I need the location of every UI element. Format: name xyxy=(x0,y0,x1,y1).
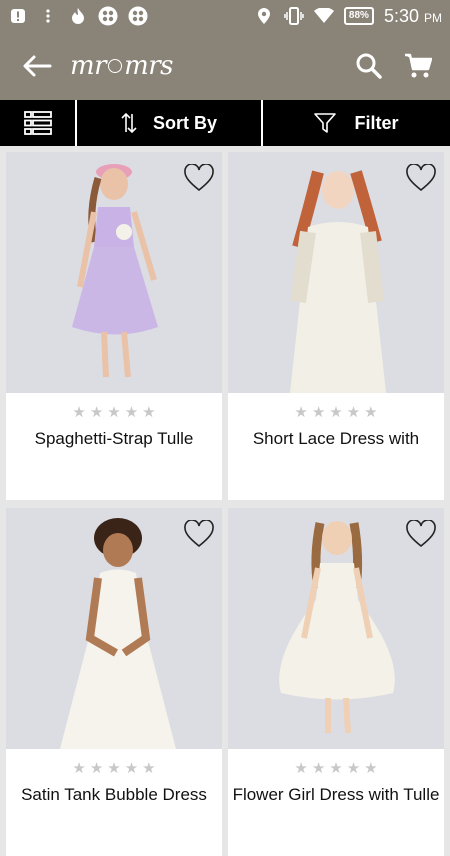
star-rating: ★ ★ ★ ★ ★ xyxy=(294,760,378,777)
location-pin-icon xyxy=(254,6,274,26)
wishlist-heart-icon[interactable] xyxy=(406,163,436,192)
sort-by-button[interactable]: Sort By xyxy=(77,100,263,146)
product-image[interactable] xyxy=(6,152,222,393)
view-toggle-button[interactable] xyxy=(0,100,77,146)
flame-icon xyxy=(68,6,88,26)
clock: 5:30 PM xyxy=(383,5,442,26)
product-card[interactable]: ★ ★ ★ ★ ★ Short Lace Dress with xyxy=(228,152,444,500)
product-name[interactable]: Spaghetti-Strap Tulle xyxy=(6,429,222,449)
star-rating: ★ ★ ★ ★ ★ xyxy=(72,404,156,421)
more-dots-icon xyxy=(38,6,58,26)
product-grid: ★ ★ ★ ★ ★ Spaghetti-Strap Tulle ★ ★ ★ ★ ★ Short … xyxy=(6,152,446,856)
product-card[interactable]: ★ ★ ★ ★ ★ Spaghetti-Strap Tulle xyxy=(6,152,222,500)
product-name[interactable]: Satin Tank Bubble Dress xyxy=(6,785,222,805)
list-view-icon xyxy=(23,111,52,135)
wishlist-heart-icon[interactable] xyxy=(184,163,214,192)
back-arrow-icon[interactable] xyxy=(22,54,52,78)
app-bar: mr mrs xyxy=(0,32,450,100)
wishlist-heart-icon[interactable] xyxy=(406,519,436,548)
app-grid-icon xyxy=(98,6,118,26)
filter-button[interactable]: Filter xyxy=(263,100,450,146)
filter-funnel-icon xyxy=(314,113,337,133)
product-name[interactable]: Flower Girl Dress with Tulle xyxy=(228,785,444,805)
wishlist-heart-icon[interactable] xyxy=(184,519,214,548)
product-card[interactable]: ★ ★ ★ ★ ★ Flower Girl Dress with Tulle xyxy=(228,508,444,856)
search-icon[interactable] xyxy=(356,53,382,79)
star-rating: ★ ★ ★ ★ ★ xyxy=(72,760,156,777)
product-image[interactable] xyxy=(228,508,444,749)
product-image[interactable] xyxy=(6,508,222,749)
notification-alert-icon xyxy=(8,6,28,26)
list-toolbar: Sort By Filter xyxy=(0,100,450,146)
product-card[interactable]: ★ ★ ★ ★ ★ Satin Tank Bubble Dress xyxy=(6,508,222,856)
status-bar: 88% 5:30 PM xyxy=(0,0,450,32)
cart-icon[interactable] xyxy=(404,52,432,80)
rings-icon xyxy=(108,59,123,73)
vibrate-icon xyxy=(284,6,304,26)
app-grid-icon-2 xyxy=(128,6,148,26)
filter-label: Filter xyxy=(354,112,399,133)
sort-by-label: Sort By xyxy=(152,112,217,133)
wifi-icon xyxy=(313,6,334,26)
sort-arrows-icon xyxy=(121,112,137,134)
star-rating: ★ ★ ★ ★ ★ xyxy=(294,404,378,421)
product-image[interactable] xyxy=(228,152,444,393)
product-name[interactable]: Short Lace Dress with xyxy=(228,429,444,449)
brand-logo[interactable]: mr mrs xyxy=(70,51,174,81)
battery-indicator: 88% xyxy=(343,7,374,25)
